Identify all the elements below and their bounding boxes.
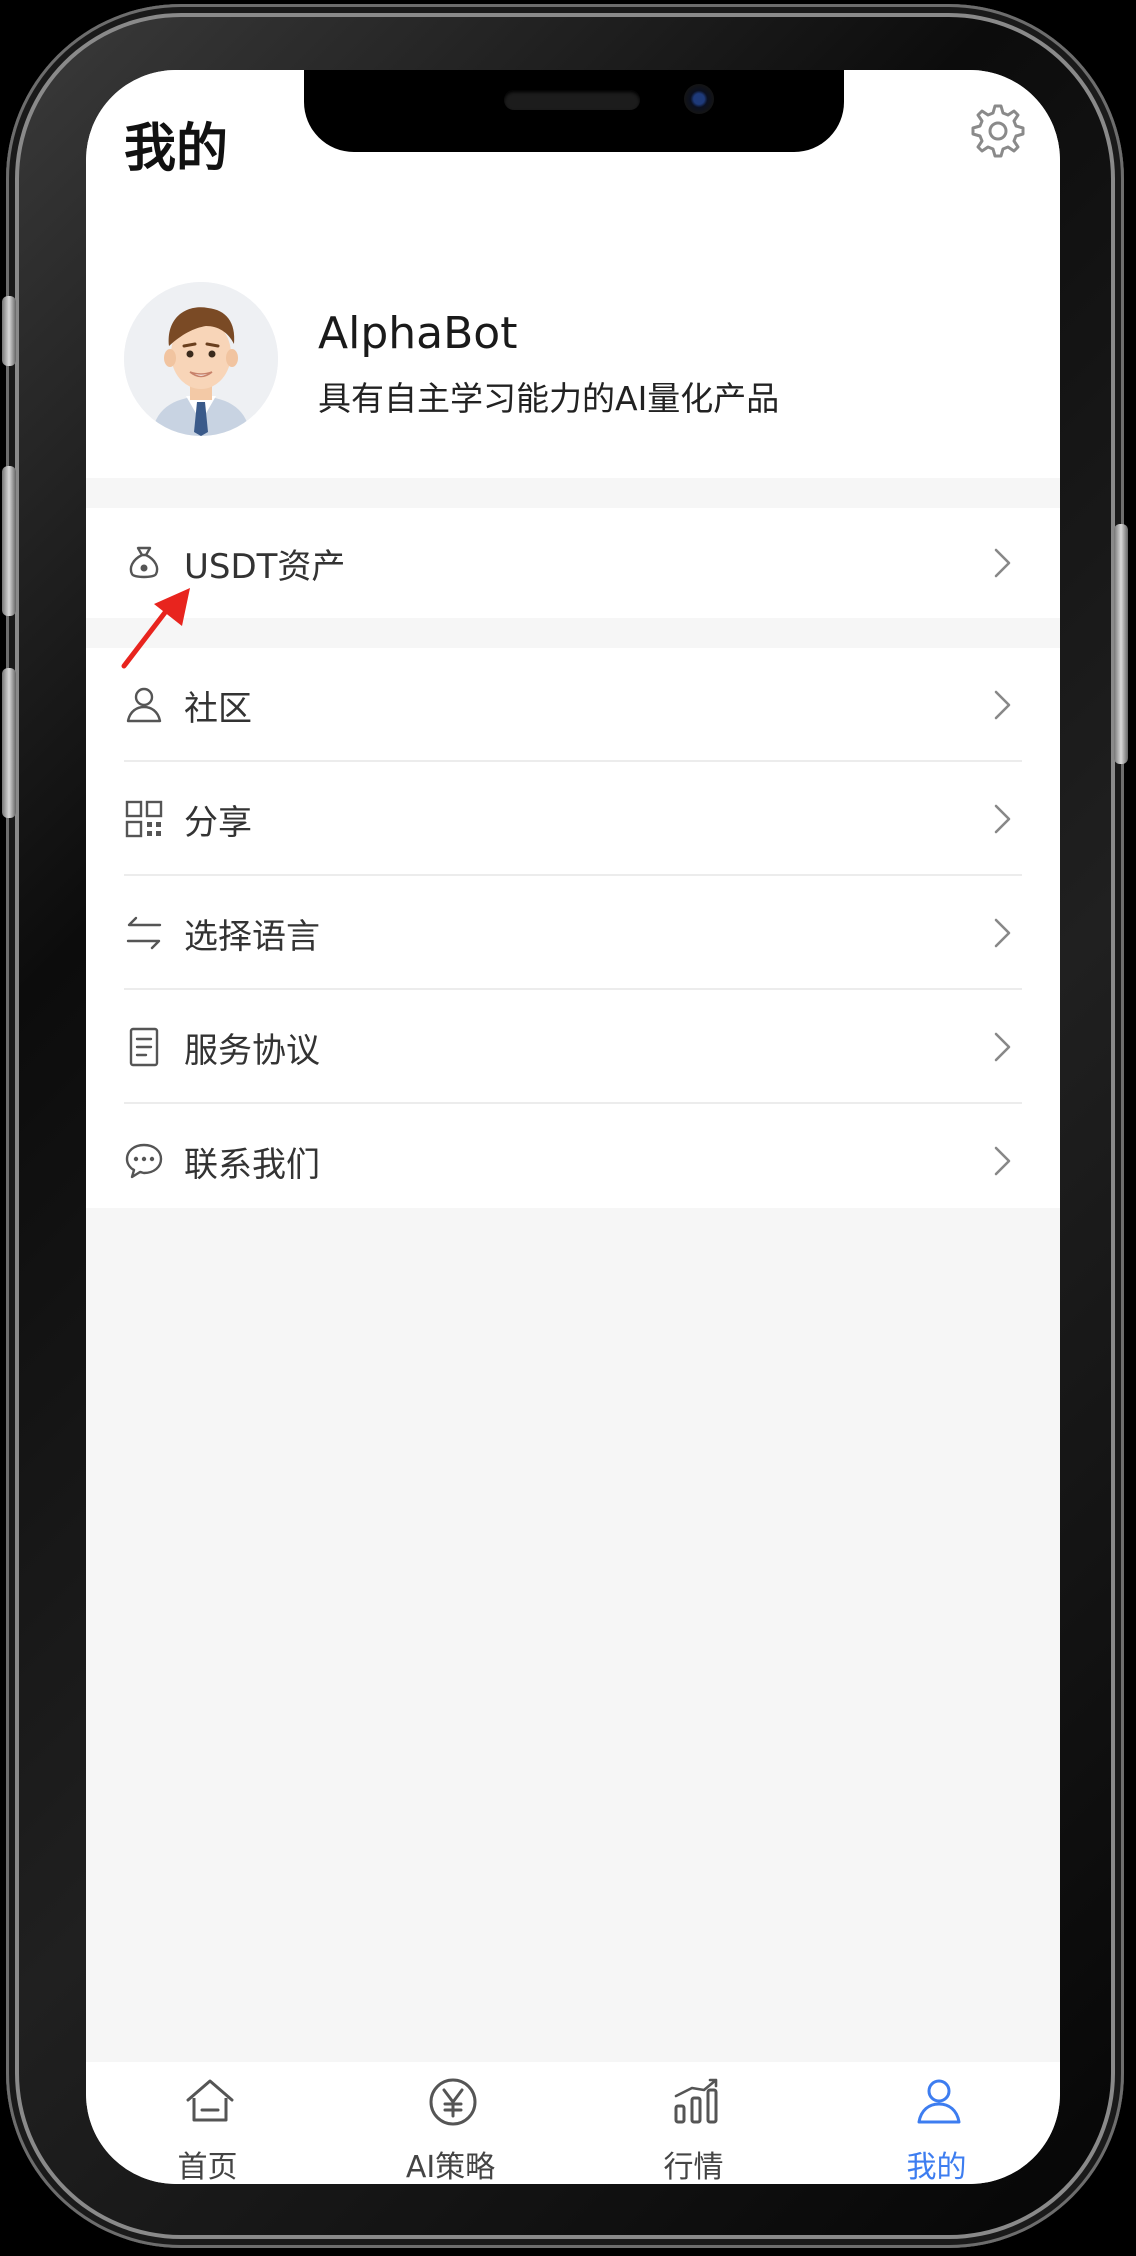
bar-chart-icon — [674, 2078, 718, 2124]
menu-label-contact-us: 联系我们 — [184, 1144, 320, 1185]
user-icon — [126, 687, 162, 723]
chevron-right-icon — [994, 804, 1011, 834]
settings-button[interactable] — [966, 100, 1026, 160]
chevron-right-icon — [994, 1146, 1011, 1176]
swap-arrows-icon — [126, 916, 162, 950]
phone-frame: 我的 AlphaBot 具有自主学习能力的AI量化产品 USDT资产 社区 分享… — [2, 4, 1128, 2248]
page-title: 我的 — [124, 119, 229, 179]
menu-label-service-agreement: 服务协议 — [184, 1030, 320, 1071]
menu-item-share[interactable]: 分享 — [86, 762, 1060, 876]
yen-coin-icon — [429, 2078, 477, 2126]
volume-down-button — [2, 668, 16, 818]
volume-up-button — [2, 466, 16, 616]
speaker-grille — [504, 90, 640, 110]
menu-item-service-agreement[interactable]: 服务协议 — [86, 990, 1060, 1104]
menu-label-share: 分享 — [184, 802, 252, 843]
gear-icon — [971, 104, 1025, 158]
mute-switch — [2, 296, 16, 366]
menu-item-usdt-assets[interactable]: USDT资产 — [86, 508, 1060, 618]
tab-market[interactable]: 行情 — [572, 2062, 815, 2184]
tab-label-mine: 我的 — [906, 2150, 967, 2184]
menu-list: 社区 分享 选择语言 服务协议 联系我们 — [86, 648, 1060, 1208]
document-icon — [129, 1027, 159, 1067]
assets-section: USDT资产 — [86, 508, 1060, 618]
chevron-right-icon — [994, 690, 1011, 720]
profile-name: AlphaBot — [318, 308, 518, 359]
menu-item-language[interactable]: 选择语言 — [86, 876, 1060, 990]
screen: 我的 AlphaBot 具有自主学习能力的AI量化产品 USDT资产 社区 分享… — [86, 70, 1060, 2184]
front-camera — [684, 84, 714, 114]
profile-description: 具有自主学习能力的AI量化产品 — [318, 379, 780, 418]
menu-label-community: 社区 — [184, 688, 252, 729]
tab-ai-strategy[interactable]: AI策略 — [329, 2062, 572, 2184]
chat-bubble-icon — [125, 1143, 163, 1179]
tab-label-market: 行情 — [663, 2150, 724, 2184]
chevron-right-icon — [994, 1032, 1011, 1062]
person-icon — [917, 2079, 961, 2124]
avatar-image — [124, 282, 278, 436]
tab-home[interactable]: 首页 — [86, 2062, 329, 2184]
tab-label-ai-strategy: AI策略 — [405, 2150, 496, 2184]
menu-label-language: 选择语言 — [184, 916, 320, 957]
chevron-right-icon — [994, 548, 1011, 578]
menu-label-usdt-assets: USDT资产 — [184, 546, 346, 587]
notch — [304, 70, 844, 152]
chevron-right-icon — [994, 918, 1011, 948]
power-button — [1114, 524, 1128, 764]
tab-mine[interactable]: 我的 — [815, 2062, 1058, 2184]
money-bag-icon — [129, 546, 159, 579]
menu-item-community[interactable]: 社区 — [86, 648, 1060, 762]
bottom-tab-bar: 首页 AI策略 行情 我的 — [86, 2062, 1060, 2184]
annotation-arrow — [121, 588, 190, 669]
avatar[interactable] — [124, 282, 278, 436]
qr-code-icon — [125, 800, 163, 838]
menu-item-contact-us[interactable]: 联系我们 — [86, 1104, 1060, 1218]
tab-label-home: 首页 — [177, 2150, 238, 2184]
home-icon — [186, 2079, 234, 2122]
